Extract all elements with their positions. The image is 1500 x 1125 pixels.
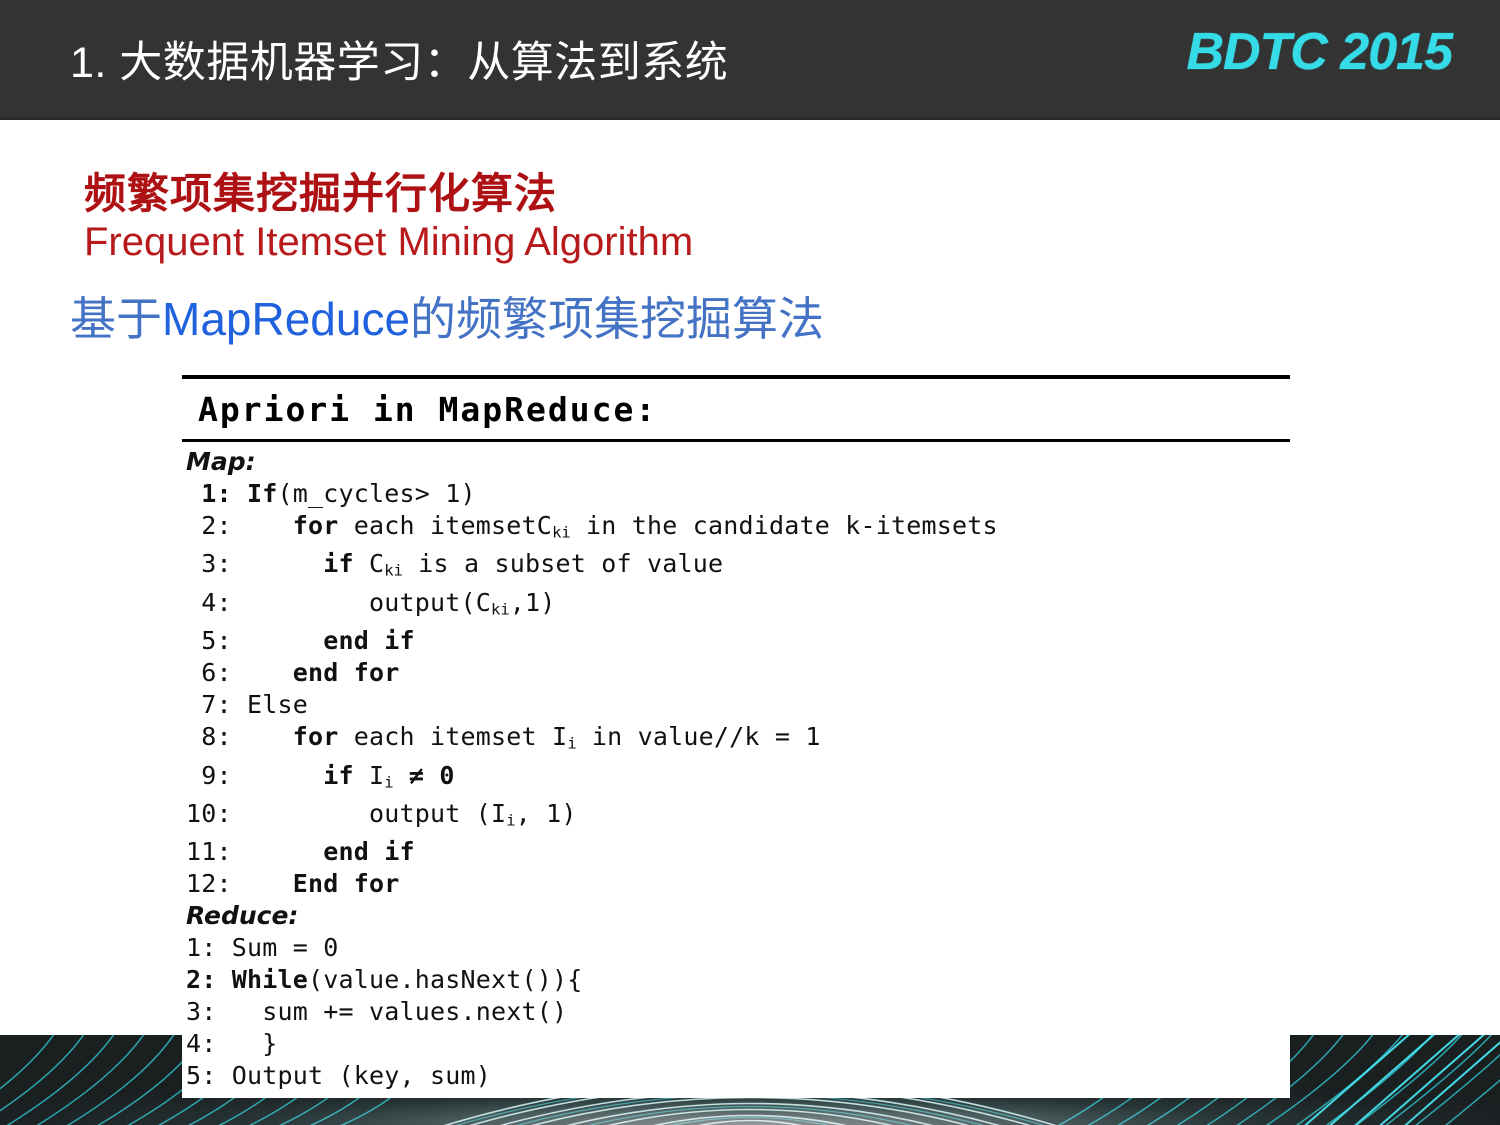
page-title: 1. 大数据机器学习：从算法到系统 xyxy=(70,39,729,87)
subheading: 基于MapReduce的频繁项集挖掘算法 xyxy=(70,283,824,349)
code-section-map: Map: xyxy=(186,447,256,476)
code-line: 7: Else xyxy=(186,690,309,720)
slide-header-bar: 1. 大数据机器学习：从算法到系统 BDTC 2015 xyxy=(0,0,1500,120)
code-line: 9: if Ii ≠ 0 xyxy=(186,760,455,792)
code-line: 12: End for xyxy=(186,869,400,899)
subheading-highlight: MapReduce xyxy=(162,293,411,345)
bdtc-brand-logo: BDTC 2015 xyxy=(1186,23,1453,81)
code-line: 4: output(Cki,1) xyxy=(186,587,556,619)
section-heading-chinese: 频繁项集挖掘并行化算法 xyxy=(84,170,558,217)
code-line: 2: for each itemsetCki in the candidate … xyxy=(186,511,998,542)
code-line: 8: for each itemset Ii in value//k = 1 xyxy=(186,722,821,753)
code-line: 4: } xyxy=(186,1029,278,1059)
pseudocode-title: Apriori in MapReduce: xyxy=(198,390,658,429)
code-line: 5: end if xyxy=(186,626,415,656)
pseudocode-lines: Map: 1: If(m_cycles> 1) 2: for each item… xyxy=(182,442,1290,1092)
pseudocode-block: Apriori in MapReduce: Map: 1: If(m_cycle… xyxy=(182,375,1290,1099)
code-line: 1: If(m_cycles> 1) xyxy=(201,479,476,508)
section-heading-english: Frequent Itemset Mining Algorithm xyxy=(84,220,694,264)
code-line: 6: end for xyxy=(186,658,400,688)
code-line: 1: Sum = 0 xyxy=(186,933,339,963)
slide-content-area: 频繁项集挖掘并行化算法 Frequent Itemset Mining Algo… xyxy=(0,120,1500,1125)
code-section-reduce: Reduce: xyxy=(186,901,299,931)
subheading-prefix: 基于 xyxy=(70,293,162,345)
code-line: 3: sum += values.next() xyxy=(186,997,568,1027)
code-line: 11: end if xyxy=(186,837,415,867)
code-line: 2: While(value.hasNext()){ xyxy=(186,965,583,995)
subheading-suffix: 的频繁项集挖掘算法 xyxy=(410,293,825,345)
code-line: 3: if Cki is a subset of value xyxy=(186,549,724,580)
code-line: 5: Output (key, sum) xyxy=(186,1061,492,1091)
code-line: 10: output (Ii, 1) xyxy=(186,799,577,830)
